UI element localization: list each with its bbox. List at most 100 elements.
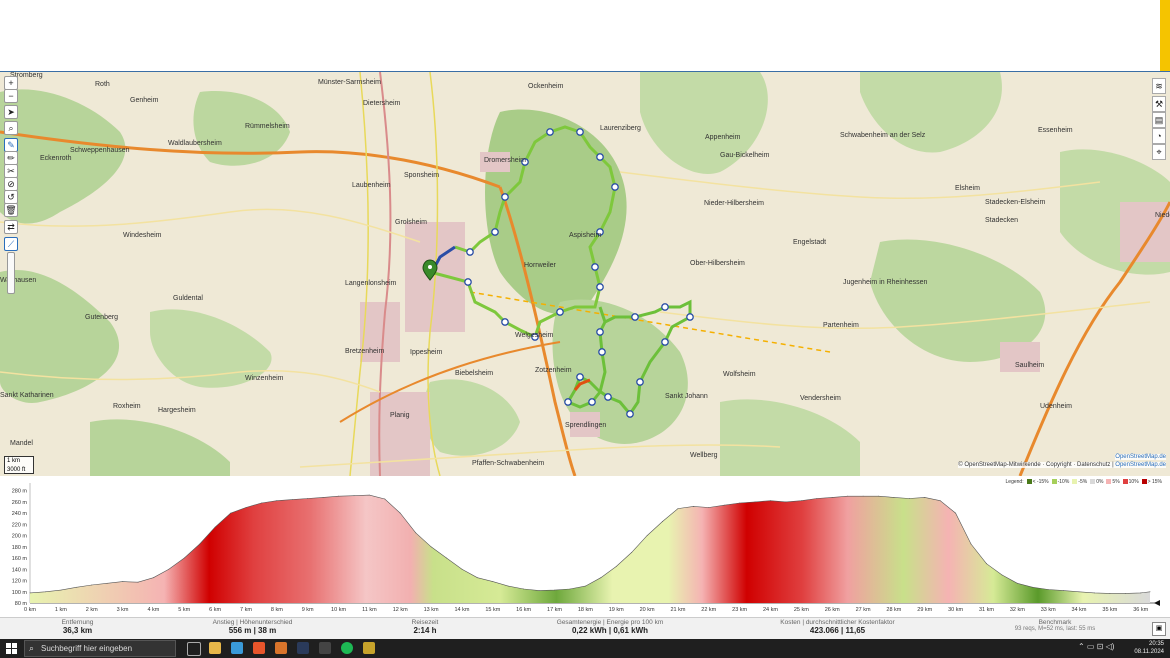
waypoint-marker[interactable] [596, 153, 604, 161]
x-tick-label: 3 km [117, 607, 129, 613]
waypoint-marker[interactable] [576, 373, 584, 381]
legend-swatch [1141, 479, 1147, 485]
elevation-point [1032, 586, 1034, 588]
place-label: Laubenheim [352, 182, 391, 189]
elevation-point [785, 501, 787, 503]
x-tick-label: 21 km [670, 607, 685, 613]
waypoint-marker[interactable] [604, 393, 612, 401]
waypoint-marker[interactable] [626, 410, 634, 418]
elevation-point [60, 589, 62, 591]
app-icon-1[interactable] [231, 642, 243, 654]
place-label: Planig [390, 412, 410, 419]
x-tick-label: 34 km [1072, 607, 1087, 613]
map-pin-icon[interactable]: ⌖ [1152, 144, 1166, 160]
waypoint-marker[interactable] [636, 378, 644, 386]
file-explorer-icon[interactable] [209, 642, 221, 654]
brave-browser-icon[interactable] [253, 642, 265, 654]
elevation-point [523, 588, 525, 590]
elevation-point [353, 495, 355, 497]
waypoint-marker[interactable] [564, 398, 572, 406]
draw-route-icon[interactable]: ✎ [4, 138, 18, 152]
system-tray-icons[interactable]: ⌃ ▭ ⊡ ◁) [1078, 642, 1114, 651]
elevation-point [770, 500, 771, 502]
elevation-point [754, 501, 756, 503]
legend-label: 0% [1096, 479, 1104, 485]
waypoint-marker[interactable] [596, 328, 604, 336]
spotify-icon[interactable] [341, 642, 353, 654]
legend-label: -10% [1057, 479, 1070, 485]
wrench-icon[interactable]: ⚒ [1152, 96, 1166, 112]
attribution-link-top[interactable]: OpenStreetMap.de [1115, 454, 1166, 460]
elevation-chart-icon[interactable]: ⟋ [4, 237, 18, 251]
elevation-point [153, 577, 154, 579]
elevation-point [708, 507, 710, 508]
waypoint-marker[interactable] [501, 318, 509, 326]
elevation-point [137, 581, 139, 583]
waypoint-marker[interactable] [556, 308, 564, 316]
place-label: Mandel [10, 440, 33, 447]
app-icon-2[interactable] [275, 642, 287, 654]
waypoint-marker[interactable] [491, 228, 499, 236]
windows-start-icon[interactable] [6, 643, 17, 654]
waypoint-marker[interactable] [661, 303, 669, 311]
zoom-slider[interactable] [7, 252, 15, 294]
place-label: Vendersheim [800, 395, 841, 402]
x-tick-label: 30 km [948, 607, 963, 613]
map-view[interactable]: Stromberg Roth Genheim Waldlaubersheim Ecken… [0, 72, 1170, 476]
x-tick-label: 19 km [609, 607, 624, 613]
profile-marker-icon[interactable] [1154, 600, 1160, 606]
waypoint-marker[interactable] [596, 283, 604, 291]
steam-icon[interactable] [297, 642, 309, 654]
cancel-icon[interactable]: ⊘ [4, 177, 18, 191]
attribution-link[interactable]: OpenStreetMap.de [1115, 462, 1166, 468]
undo-icon[interactable]: ↺ [4, 190, 18, 204]
taskbar-search-input[interactable]: ⌕ Suchbegriff hier eingeben [24, 640, 176, 657]
waypoint-marker[interactable] [686, 313, 694, 321]
app-icon-4[interactable] [363, 642, 375, 654]
elevation-point [75, 586, 77, 588]
x-tick-label: 4 km [147, 607, 159, 613]
waypoint-marker[interactable] [631, 313, 639, 321]
task-view-icon[interactable] [187, 642, 201, 656]
profile-settings-icon[interactable]: ▣ [1152, 622, 1166, 636]
waypoint-marker[interactable] [598, 348, 606, 356]
chart-pie-icon[interactable]: ◔ [1152, 128, 1166, 144]
place-label: Laurenziberg [600, 125, 641, 132]
waypoint-marker[interactable] [576, 128, 584, 136]
locate-icon[interactable]: ➤ [4, 105, 18, 119]
pencil-icon[interactable]: ✏ [4, 151, 18, 165]
table-icon[interactable]: ▤ [1152, 112, 1166, 128]
trash-icon[interactable]: 🗑 [4, 203, 18, 217]
elevation-point [615, 566, 617, 567]
waypoint-marker[interactable] [464, 278, 472, 286]
elevation-point [862, 495, 864, 497]
reverse-route-icon[interactable]: ⇄ [4, 220, 18, 234]
search-icon[interactable]: ⌕ [4, 121, 18, 135]
elevation-profile[interactable]: 80 m 100 m 120 m 140 m 160 m 180 m 200 m 220 m2… [0, 477, 1170, 617]
layers-icon[interactable]: ≋ [1152, 78, 1166, 94]
waypoint-marker[interactable] [611, 183, 619, 191]
place-label: Biebelsheim [455, 370, 493, 377]
elevation-point [693, 506, 694, 507]
stat-ascent: Anstieg | Höhenunterschied 556 m | 38 m [195, 619, 310, 635]
waypoint-marker[interactable] [501, 193, 509, 201]
scissors-icon[interactable]: ✂ [4, 164, 18, 178]
waypoint-marker[interactable] [661, 338, 669, 346]
app-icon-3[interactable] [319, 642, 331, 654]
system-clock[interactable]: 20:35 08.11.2024 [1134, 640, 1164, 656]
stat-distance-label: Entfernung [61, 619, 94, 626]
waypoint-marker[interactable] [588, 398, 596, 406]
elevation-point [554, 589, 555, 591]
waypoint-marker[interactable] [466, 248, 474, 256]
elevation-chart[interactable]: 80 m100 m120 m140 m160 m180 m200 m220 m2… [0, 477, 1170, 617]
x-tick-label: 18 km [578, 607, 593, 613]
stat-time-value: 2:14 h [413, 626, 437, 635]
stat-distance-value: 36,3 km [62, 626, 93, 635]
zoom-in-button[interactable]: + [4, 76, 18, 90]
stat-energy: Gesamtenergie | Energie pro 100 km 0,22 … [540, 619, 680, 635]
map-canvas[interactable]: StrombergRothGenheimWaldlaubersheimEcken… [0, 72, 1170, 476]
legend-label: 10% [1128, 479, 1139, 485]
zoom-out-button[interactable]: − [4, 89, 18, 103]
waypoint-marker[interactable] [591, 263, 599, 271]
waypoint-marker[interactable] [546, 128, 554, 136]
